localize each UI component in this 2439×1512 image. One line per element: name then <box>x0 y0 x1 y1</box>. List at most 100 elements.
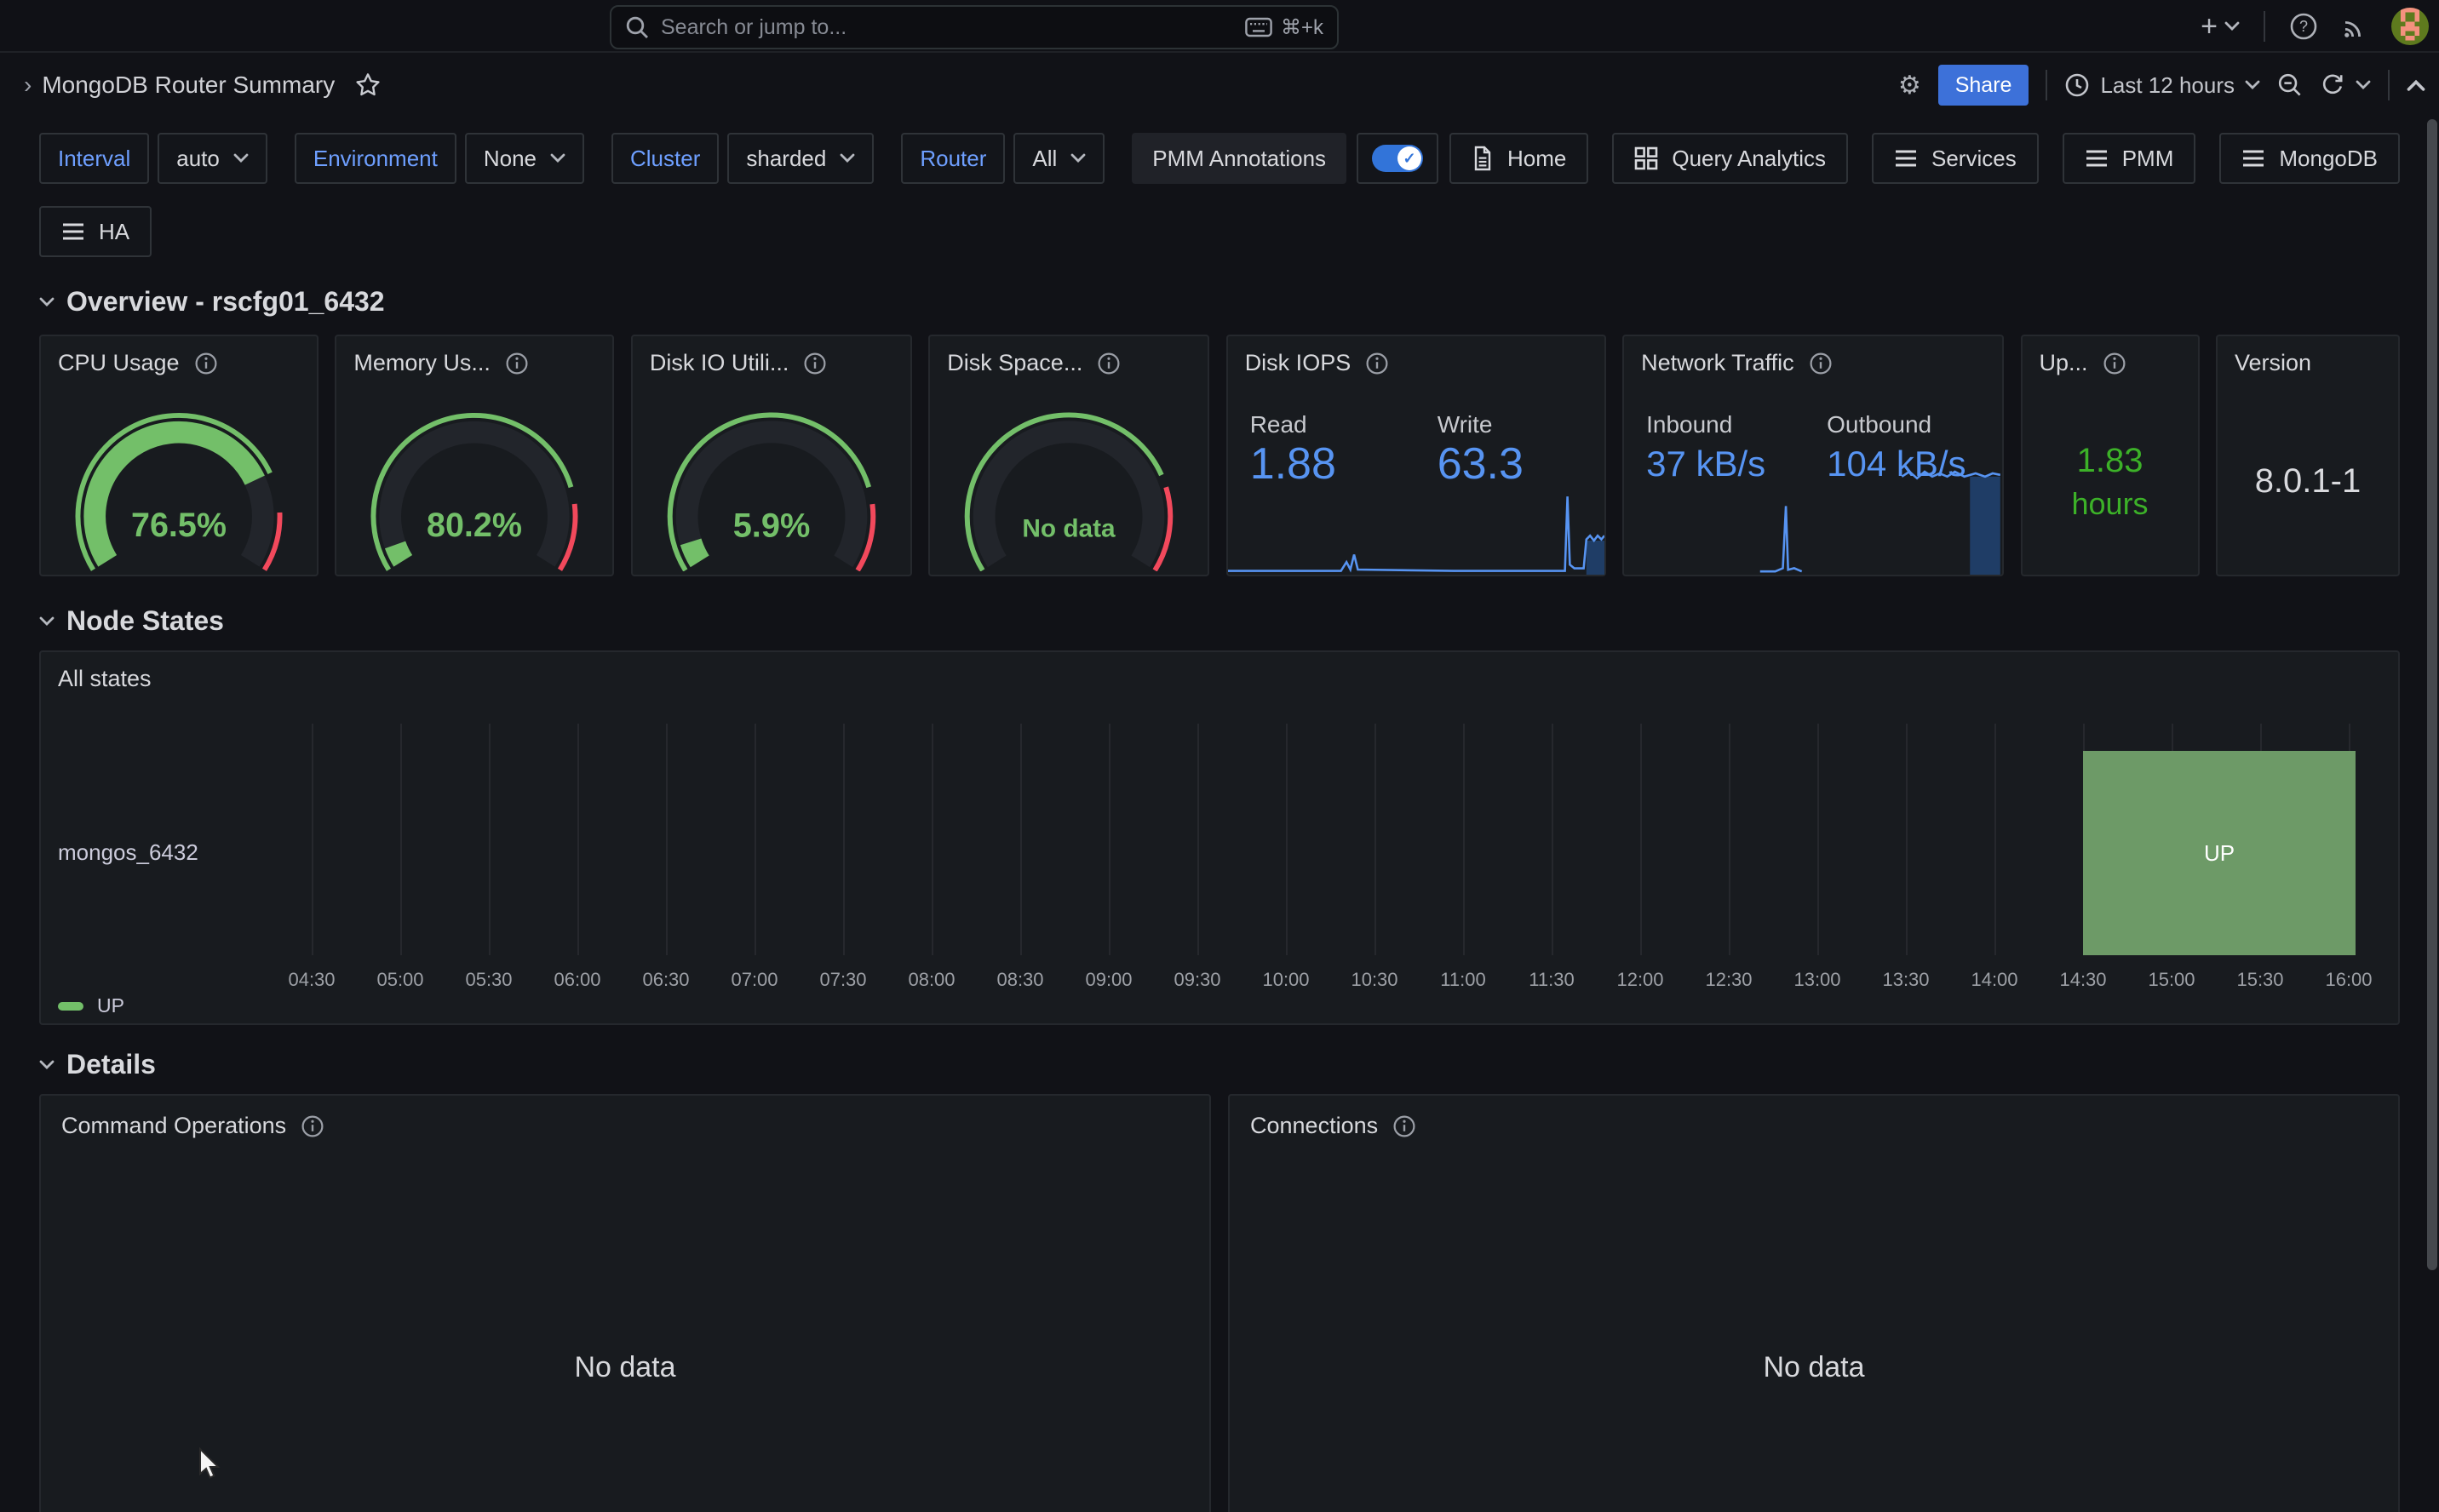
info-icon[interactable] <box>2103 352 2126 375</box>
panel-connections[interactable]: Connections No data <box>1228 1094 2400 1512</box>
panel-title[interactable]: Memory Us... <box>353 350 491 376</box>
panel-all-states[interactable]: All states mongos_6432 UP 04:3005:0005:3… <box>39 650 2400 1025</box>
panel-version[interactable]: Version 8.0.1-1 <box>2216 335 2400 576</box>
divider <box>2388 70 2390 100</box>
panel-title[interactable]: Connections <box>1250 1113 1378 1139</box>
panel-network-traffic[interactable]: Network Traffic Inbound Outbound 37 kB/s… <box>1622 335 2004 576</box>
x-axis: 04:3005:0005:3006:0006:3007:0007:3008:00… <box>283 969 2356 993</box>
keyboard-icon <box>1245 16 1272 38</box>
info-icon[interactable] <box>195 352 217 375</box>
filter-value-interval[interactable]: auto <box>158 133 267 184</box>
info-icon[interactable] <box>804 352 826 375</box>
panel-title[interactable]: Up... <box>2040 350 2088 376</box>
stat-label: Read <box>1250 411 1307 438</box>
panel-title[interactable]: All states <box>58 666 152 692</box>
search-input[interactable] <box>661 15 1233 40</box>
refresh-control[interactable] <box>2320 72 2371 98</box>
link-services[interactable]: Services <box>1872 133 2039 184</box>
panel-uptime[interactable]: Up... 1.83 hours <box>2021 335 2200 576</box>
search-icon <box>625 15 649 39</box>
help-icon[interactable]: ? <box>2289 12 2318 41</box>
panel-title[interactable]: Command Operations <box>61 1113 286 1139</box>
gridline <box>1197 724 1199 955</box>
favorite-star-icon[interactable] <box>355 72 381 98</box>
svg-text:76.5%: 76.5% <box>131 507 227 544</box>
menu-icon <box>1894 148 1918 169</box>
x-axis-label: 13:00 <box>1780 969 1855 991</box>
info-icon[interactable] <box>1393 1115 1415 1137</box>
scrollbar-thumb[interactable] <box>2427 119 2437 1270</box>
info-icon[interactable] <box>1098 352 1120 375</box>
collapse-chevron-up-icon[interactable] <box>2407 78 2425 92</box>
filter-label-router: Router <box>901 133 1005 184</box>
news-rss-icon[interactable] <box>2342 14 2367 39</box>
link-pmm[interactable]: PMM <box>2063 133 2196 184</box>
info-icon[interactable] <box>506 352 528 375</box>
time-range-picker[interactable]: Last 12 hours <box>2064 72 2260 99</box>
zoom-out-icon[interactable] <box>2277 72 2303 98</box>
chevron-down-icon <box>233 153 249 163</box>
gridline <box>1109 724 1110 955</box>
info-icon[interactable] <box>301 1115 324 1137</box>
panel-disk-space[interactable]: Disk Space... No data <box>928 335 1209 576</box>
svg-text:?: ? <box>2299 18 2308 35</box>
panel-title[interactable]: Network Traffic <box>1641 350 1794 376</box>
panel-title[interactable]: Disk IOPS <box>1245 350 1351 376</box>
gridline <box>1463 724 1465 955</box>
link-ha[interactable]: HA <box>39 206 152 257</box>
page-title[interactable]: MongoDB Router Summary <box>42 72 335 99</box>
keyboard-shortcut-hint: ⌘+k <box>1245 15 1323 40</box>
disk-space-gauge: No data <box>930 387 1208 571</box>
settings-gear-icon[interactable]: ⚙ <box>1898 71 1921 100</box>
x-axis-label: 06:30 <box>628 969 703 991</box>
filter-label-interval: Interval <box>39 133 149 184</box>
info-icon[interactable] <box>1366 352 1388 375</box>
section-overview[interactable]: Overview - rscfg01_6432 <box>39 286 2400 318</box>
chevron-down-icon <box>2245 80 2260 90</box>
mouse-cursor <box>198 1447 221 1481</box>
info-icon[interactable] <box>1810 352 1832 375</box>
link-home[interactable]: Home <box>1449 133 1588 184</box>
filter-value-router[interactable]: All <box>1013 133 1105 184</box>
panel-title[interactable]: Disk IO Utili... <box>650 350 789 376</box>
filter-value-environment[interactable]: None <box>465 133 584 184</box>
stat-value: 63.3 <box>1438 438 1524 490</box>
section-node-states[interactable]: Node States <box>39 605 2400 637</box>
user-avatar[interactable] <box>2391 8 2429 45</box>
panel-disk-iops[interactable]: Disk IOPS Read Write 1.88 63.3 <box>1226 335 1606 576</box>
x-axis-label: 08:00 <box>894 969 969 991</box>
state-up-block: UP <box>2083 751 2356 955</box>
x-axis-label: 07:30 <box>806 969 881 991</box>
gridline <box>489 724 491 955</box>
chevron-down-icon <box>39 616 55 627</box>
details-panels-row: Command Operations No data Connections N… <box>39 1094 2400 1512</box>
search-box[interactable]: ⌘+k <box>610 5 1339 49</box>
memory-gauge: 80.2% <box>336 387 612 571</box>
panel-disk-io[interactable]: Disk IO Utili... 5.9% <box>631 335 912 576</box>
filter-value-cluster[interactable]: sharded <box>727 133 874 184</box>
top-nav-bar: ⌘+k + ? <box>0 0 2439 53</box>
chevron-down-icon <box>1070 153 1086 163</box>
panel-cpu-usage[interactable]: CPU Usage 76.5% <box>39 335 319 576</box>
gridline <box>755 724 756 955</box>
x-axis-label: 08:30 <box>983 969 1058 991</box>
panel-title[interactable]: Disk Space... <box>947 350 1082 376</box>
share-button[interactable]: Share <box>1938 65 2029 106</box>
filter-label-environment: Environment <box>295 133 456 184</box>
shortcut-label: ⌘+k <box>1281 15 1323 40</box>
refresh-icon <box>2320 72 2345 98</box>
panel-title[interactable]: CPU Usage <box>58 350 180 376</box>
timeline-row-label: mongos_6432 <box>58 839 198 866</box>
panel-title[interactable]: Version <box>2235 350 2311 376</box>
cpu-gauge: 76.5% <box>41 387 317 571</box>
link-mongodb[interactable]: MongoDB <box>2219 133 2400 184</box>
breadcrumb-caret[interactable]: › <box>14 72 42 99</box>
x-axis-label: 05:00 <box>363 969 438 991</box>
gridline <box>1552 724 1553 955</box>
add-button[interactable]: + <box>2201 10 2240 43</box>
panel-memory-usage[interactable]: Memory Us... 80.2% <box>335 335 614 576</box>
pmm-annotations-toggle[interactable]: ✓ <box>1357 133 1438 184</box>
legend-item-up[interactable]: UP <box>58 994 124 1017</box>
link-query-analytics[interactable]: Query Analytics <box>1612 133 1848 184</box>
section-details[interactable]: Details <box>39 1049 2400 1080</box>
